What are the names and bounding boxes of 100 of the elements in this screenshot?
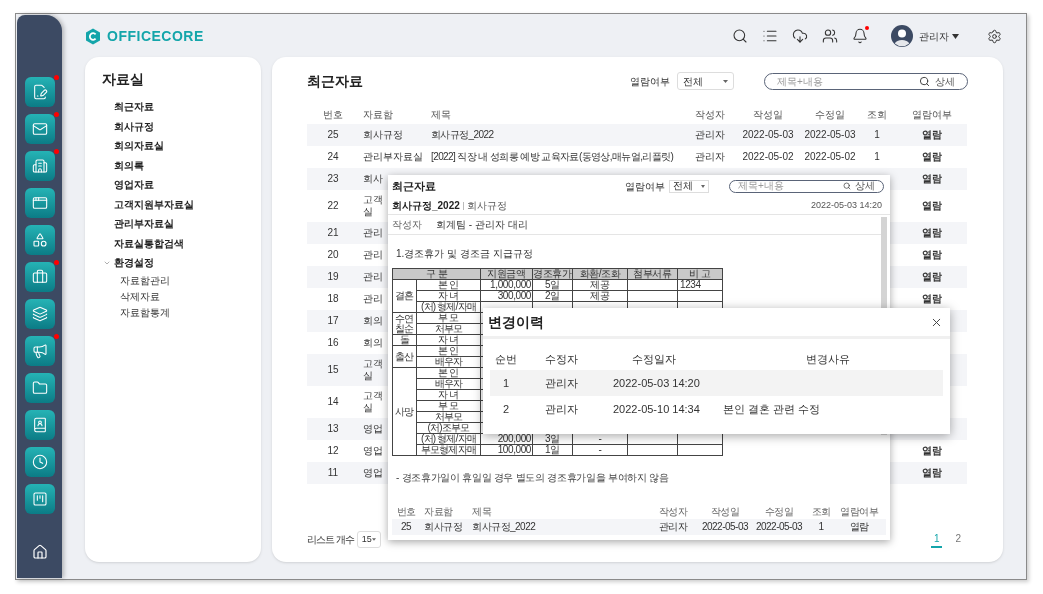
table-cell: 회사규정 — [424, 522, 462, 532]
table-cell: 부 모 — [438, 313, 459, 323]
table-cell: 본 인 — [438, 346, 459, 356]
column-header: 지원금액 — [487, 268, 526, 279]
table-cell: 돌 — [399, 334, 410, 345]
table-cell: 11 — [327, 467, 339, 479]
column-header: 작성일 — [710, 507, 740, 517]
column-header: 작성일 — [753, 108, 783, 122]
table-cell: 23 — [327, 173, 339, 185]
table-cell: 2022-05-03 — [742, 129, 794, 141]
table-cell-text: 2022-05-03 14:20 — [613, 375, 700, 391]
table-cell: [2022] 직장 내 성희롱 예방 교육자료(동영상,매뉴얼,리플릿) — [431, 151, 674, 163]
document-date: 2022-05-03 14:20 — [810, 198, 882, 212]
table-cell: 5일 — [545, 279, 560, 290]
table-cell: 고객 실 — [363, 194, 383, 218]
column-header: 구 분 — [425, 268, 448, 279]
table-cell: 1 — [874, 129, 880, 141]
table-cell: 열람 — [922, 293, 942, 305]
table-cell: 2022-05-02 — [742, 151, 794, 163]
table-cell: 3일 — [545, 433, 560, 444]
document-heading: 1.경조휴가 및 경조금 지급규정 — [396, 249, 533, 259]
column-header: 작성자 — [658, 507, 688, 517]
table-cell: 관리자 — [658, 522, 688, 532]
filter-label: 열람여부 — [625, 179, 665, 194]
column-header: 작성자 — [695, 108, 725, 122]
footnote: - 경조휴가일이 휴일일 경우 별도의 경조휴가일을 부여하지 않음 — [396, 472, 669, 483]
table-cell: 회사규정_2022 — [472, 522, 536, 532]
column-header: 열람여부 — [912, 108, 952, 122]
table-cell: (처) 형제/자매 — [421, 302, 476, 312]
table-cell: 고객 실 — [363, 390, 383, 414]
table-cell: 고객 실 — [363, 358, 383, 382]
column-header: 수정일자 — [632, 351, 676, 367]
preview-title: 최근자료 — [392, 178, 436, 194]
table-cell: 제공 — [590, 290, 610, 301]
table-cell: 관리 — [363, 271, 383, 283]
table-cell: 2일 — [545, 290, 560, 301]
table-cell-text: 2022-05-10 14:34 — [613, 401, 700, 417]
table-cell-text: 2 — [502, 401, 510, 417]
column-header: 수정일 — [764, 507, 794, 517]
table-cell: 1234 — [680, 279, 701, 290]
table-cell: 2022-05-03 — [755, 522, 803, 532]
dialog-title: 변경이력 — [488, 312, 544, 332]
table-cell: 열람 — [849, 522, 869, 532]
table-cell: 배우자 — [434, 357, 463, 367]
table-cell: 열람 — [922, 200, 942, 212]
table-cell-text: 관리자 — [545, 375, 578, 391]
table-cell: 25 — [327, 129, 339, 141]
column-header: 순번 — [495, 351, 517, 367]
column-header: 수정일 — [815, 108, 845, 122]
filter-label: 열람여부 — [630, 74, 670, 89]
panel-title: 최근자료 — [307, 71, 363, 91]
table-cell: 자 녀 — [438, 390, 459, 400]
table-cell: 처부모 — [434, 324, 463, 334]
column-header: 조회 — [811, 507, 831, 517]
table-cell-text: 본인 결혼 관련 수정 — [723, 401, 821, 417]
column-header: 화환/조화 — [579, 268, 621, 279]
table-cell: 제공 — [590, 279, 610, 290]
table-cell: 1 — [818, 522, 824, 532]
table-cell: 14 — [327, 396, 339, 408]
table-cell: 열람 — [922, 227, 942, 239]
table-cell: 15 — [327, 364, 339, 376]
table-cell: 18 — [327, 293, 339, 305]
table-cell: 관리부자료실 — [363, 151, 423, 163]
table-cell: 관리 — [363, 249, 383, 261]
author-name: 회계팀 - 관리자 대리 — [436, 218, 528, 232]
table-cell: 24 — [327, 151, 339, 163]
column-header: 제목 — [431, 108, 451, 122]
table-cell: 열람 — [922, 151, 942, 163]
table-cell: 200,000 — [497, 433, 531, 444]
table-cell: 회사규정_2022 — [431, 129, 494, 141]
logo-text: OFFICECORE — [107, 26, 204, 46]
table-cell: 영업 — [363, 467, 383, 479]
column-header: 자료함 — [424, 507, 453, 517]
table-cell: 1일 — [545, 444, 560, 455]
table-cell: - — [598, 433, 602, 444]
table-cell: 13 — [327, 423, 339, 435]
table-cell: 처부모 — [434, 412, 463, 422]
table-cell: 사망 — [394, 405, 415, 417]
table-cell: 300,000 — [497, 290, 531, 301]
table-cell: 열람 — [922, 467, 942, 479]
table-cell: 열람 — [922, 445, 942, 457]
table-cell: 2022-05-03 — [701, 522, 749, 532]
table-cell: 부 모 — [438, 401, 459, 411]
table-cell: 2022-05-03 — [804, 129, 856, 141]
page-size-label: 리스트 개수 — [307, 533, 354, 547]
table-cell: 관리 — [363, 227, 383, 239]
table-cell: 영업 — [363, 423, 383, 435]
column-header: 열람여부 — [840, 507, 878, 517]
table-cell: 수연 칠순 — [394, 312, 415, 334]
sidebar-title: 자료실 — [102, 70, 145, 89]
column-header: 번호 — [323, 108, 343, 122]
table-cell: 12 — [327, 445, 339, 457]
table-cell: 20 — [327, 249, 339, 261]
table-cell: 자 녀 — [438, 291, 459, 301]
table-cell: 본 인 — [438, 368, 459, 378]
column-header: 변경사유 — [806, 351, 850, 367]
author-label: 작성자 — [392, 218, 422, 232]
table-cell: 1,000,000 — [490, 279, 531, 290]
column-header: 첨부서류 — [633, 268, 672, 279]
table-cell: 회의 — [363, 315, 383, 327]
